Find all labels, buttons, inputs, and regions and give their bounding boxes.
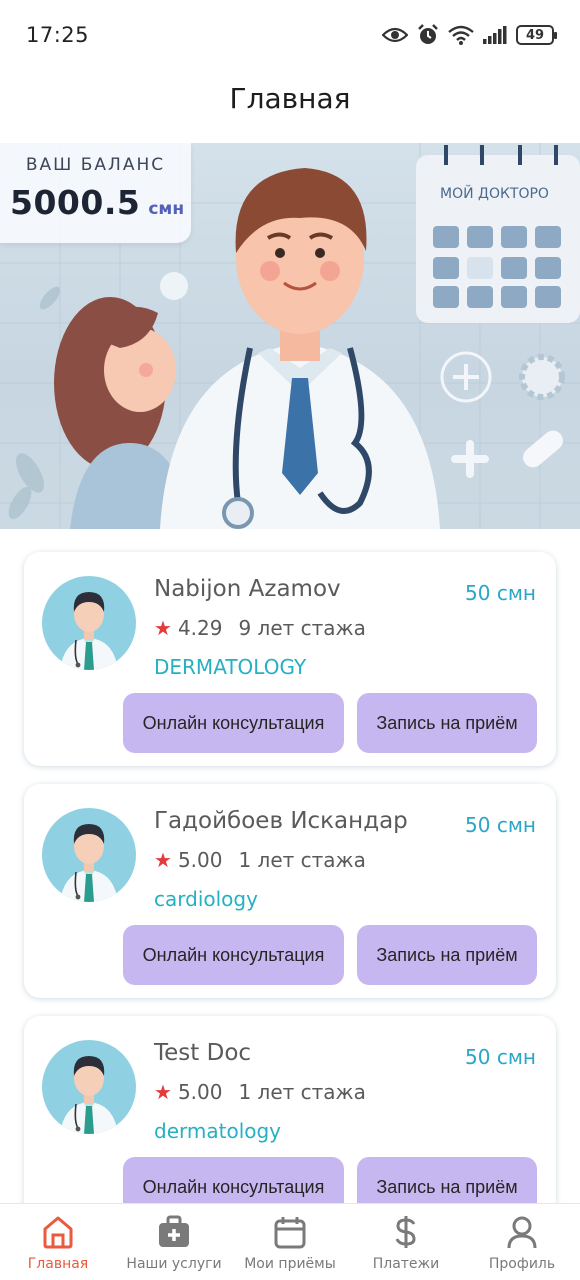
page-title: Главная (229, 82, 351, 115)
doctor-card[interactable]: Test Doc 50 смн ★ 5.00 1 лет стажа derma… (24, 1016, 556, 1230)
rating-row: ★ 5.00 1 лет стажа (154, 848, 366, 872)
banner: MOЙ ДОКТОРO ВАШ БАЛАНС 5000.5 смн (0, 143, 580, 529)
calendar-title: MOЙ ДОКТОРO (440, 184, 549, 202)
doctor-avatar-icon (60, 592, 118, 670)
rating-row: ★ 5.00 1 лет стажа (154, 1080, 366, 1104)
balance-currency: смн (148, 199, 185, 219)
doctor-experience: 9 лет стажа (238, 616, 366, 640)
doctor-experience: 1 лет стажа (238, 848, 366, 872)
nav-item-payments[interactable]: Платежи (348, 1204, 464, 1280)
nav-item-profile[interactable]: Профиль (464, 1204, 580, 1280)
nav-item-home[interactable]: Главная (0, 1204, 116, 1280)
doctor-name: Nabijon Azamov (154, 576, 341, 602)
battery-icon: 49 (516, 25, 557, 45)
doctor-price: 50 смн (465, 581, 536, 605)
balance-amount: 5000.5 (10, 183, 141, 222)
star-icon: ★ (154, 848, 172, 872)
status-bar: 17:25 49 (0, 0, 580, 70)
doctor-avatar-icon (60, 824, 118, 902)
doctor-rating: 5.00 (177, 1080, 223, 1104)
signal-icon (483, 26, 507, 44)
nav-label: Платежи (372, 1256, 440, 1272)
medkit-icon (159, 1215, 189, 1247)
doctor-name: Test Doc (154, 1040, 252, 1066)
status-icons: 49 (382, 24, 557, 46)
dollar-icon (395, 1216, 416, 1248)
nav-item-services[interactable]: Наши услуги (116, 1204, 232, 1280)
bottom-nav: Главная Наши услуги Мои приёмы Платежи П… (0, 1203, 580, 1280)
doctor-avatar-icon (60, 1056, 118, 1134)
doctor-list: Nabijon Azamov 50 смн ★ 4.29 9 лет стажа… (24, 552, 556, 1248)
alarm-icon (418, 24, 438, 44)
nav-label: Мои приёмы (244, 1256, 336, 1272)
balance-row: 5000.5 смн (10, 183, 185, 222)
star-icon: ★ (154, 1080, 172, 1104)
doctor-price: 50 смн (465, 813, 536, 837)
doctor-price: 50 смн (465, 1045, 536, 1069)
home-icon (43, 1216, 73, 1249)
star-icon: ★ (154, 616, 172, 640)
doctor-rating: 5.00 (177, 848, 223, 872)
doctor-specialty: cardiology (154, 887, 258, 911)
status-time: 17:25 (26, 23, 90, 47)
doctor-specialty: dermatology (154, 1119, 282, 1143)
book-appointment-button[interactable]: Запись на приём (357, 925, 537, 985)
doctor-avatar (42, 808, 136, 902)
balance-card[interactable]: ВАШ БАЛАНС 5000.5 смн (0, 143, 191, 243)
online-consultation-button[interactable]: Онлайн консультация (123, 925, 344, 985)
doctor-experience: 1 лет стажа (238, 1080, 366, 1104)
doctor-card[interactable]: Гадойбоев Искандар 50 смн ★ 5.00 1 лет с… (24, 784, 556, 998)
doctor-avatar (42, 576, 136, 670)
nav-item-appointments[interactable]: Мои приёмы (232, 1204, 348, 1280)
doctor-specialty: DERMATOLOGY (154, 655, 307, 679)
wifi-icon (448, 25, 474, 45)
balance-label: ВАШ БАЛАНС (25, 155, 166, 175)
doctor-avatar (42, 1040, 136, 1134)
doctor-rating: 4.29 (177, 616, 223, 640)
rating-row: ★ 4.29 9 лет стажа (154, 616, 366, 640)
calendar-icon (274, 1217, 306, 1249)
online-consultation-button[interactable]: Онлайн консультация (123, 693, 344, 753)
doctor-card[interactable]: Nabijon Azamov 50 смн ★ 4.29 9 лет стажа… (24, 552, 556, 766)
nav-label: Наши услуги (126, 1256, 222, 1272)
nav-label: Профиль (488, 1256, 556, 1272)
eye-icon (382, 27, 408, 43)
nav-label: Главная (27, 1256, 89, 1272)
doctor-name: Гадойбоев Искандар (154, 808, 408, 834)
user-icon (507, 1216, 537, 1249)
book-appointment-button[interactable]: Запись на приём (357, 693, 537, 753)
